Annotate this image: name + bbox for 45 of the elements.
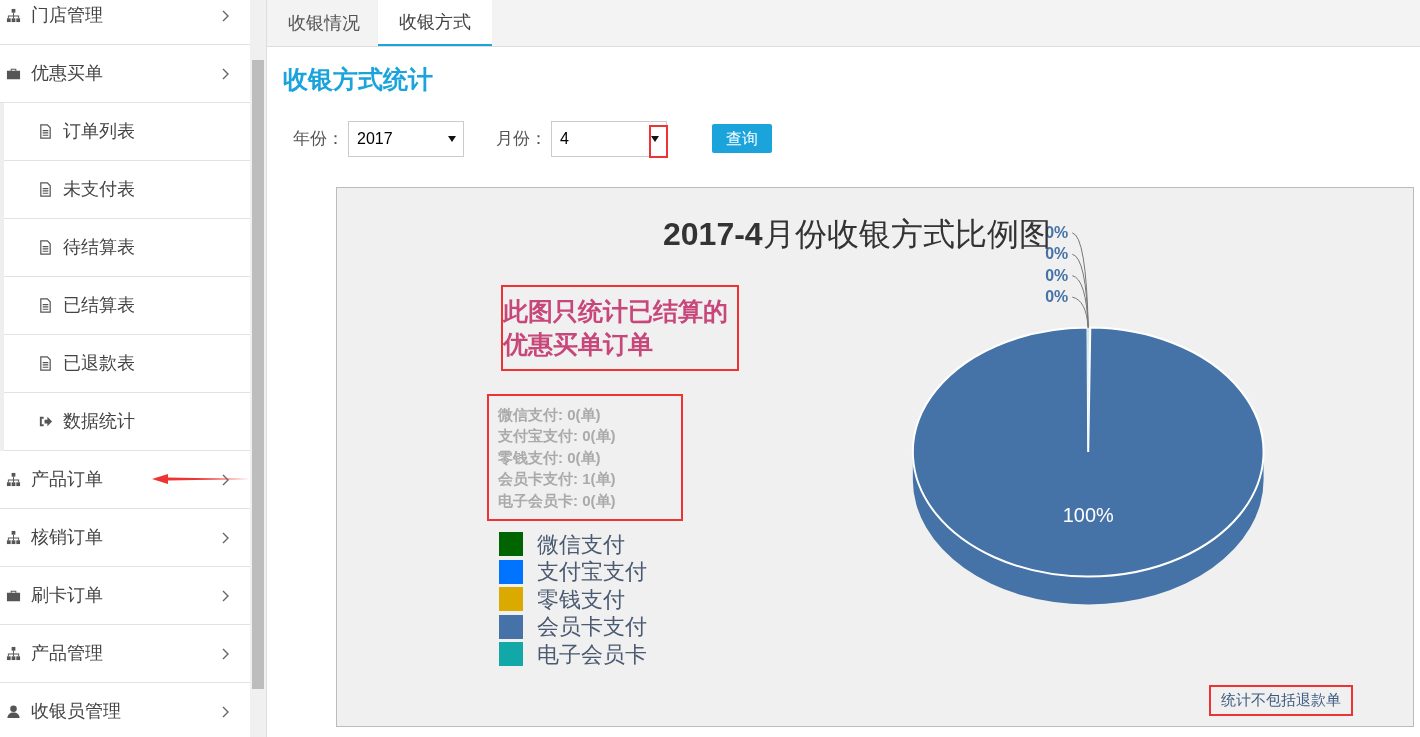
page-heading: 收银方式统计 (283, 64, 433, 95)
document-icon (38, 356, 53, 371)
legend-label: 电子会员卡 (537, 640, 647, 669)
sitemap-icon (6, 646, 21, 661)
tab[interactable]: 收银情况 (270, 0, 378, 46)
chevron-right-icon (220, 647, 230, 660)
filter-label: 年份： (293, 127, 344, 150)
highlight-frame (649, 125, 668, 158)
data-label: 0% (1045, 266, 1069, 284)
dropdown-caret-icon (651, 135, 659, 142)
stat-line: 支付宝支付: 0(单) (498, 426, 617, 446)
briefcase-icon (6, 588, 21, 603)
stat-line: 会员卡支付: 1(单) (498, 469, 617, 489)
select-field[interactable]: 2017 (348, 120, 464, 157)
document-icon (38, 182, 53, 197)
legend-label: 支付宝支付 (537, 558, 647, 587)
footnote: 统计不包括退款单 (1209, 685, 1353, 716)
document-icon (38, 124, 53, 139)
chevron-right-icon (220, 67, 230, 80)
user-icon (6, 704, 21, 719)
briefcase-icon (6, 66, 21, 81)
stat-line: 微信支付: 0(单) (498, 404, 602, 425)
legend-label: 零钱支付 (537, 585, 625, 614)
scrollbar[interactable] (250, 0, 267, 737)
data-label: 100% (1062, 503, 1114, 526)
data-label: 0% (1045, 287, 1069, 305)
chevron-right-icon (220, 705, 230, 718)
dropdown-caret-icon (448, 135, 456, 142)
tab[interactable]: 收银方式 (378, 0, 492, 46)
chevron-right-icon (220, 589, 230, 602)
chevron-right-icon (220, 9, 230, 22)
select-field[interactable]: 4 (551, 120, 667, 157)
filter-label: 月份： (496, 127, 547, 150)
stat-line: 电子会员卡: 0(单) (498, 490, 617, 511)
sitemap-icon (6, 530, 21, 545)
exit-icon (38, 414, 53, 429)
sitemap-icon (6, 472, 21, 487)
stat-line: 零钱支付: 0(单) (498, 447, 602, 468)
legend-label: 微信支付 (537, 530, 625, 559)
sitemap-icon (6, 8, 21, 23)
chevron-right-icon (220, 531, 230, 544)
legend-label: 会员卡支付 (537, 613, 647, 642)
chart-note: 此图只统计已结算的优惠买单订单 (501, 284, 739, 371)
document-icon (38, 298, 53, 313)
document-icon (38, 240, 53, 255)
